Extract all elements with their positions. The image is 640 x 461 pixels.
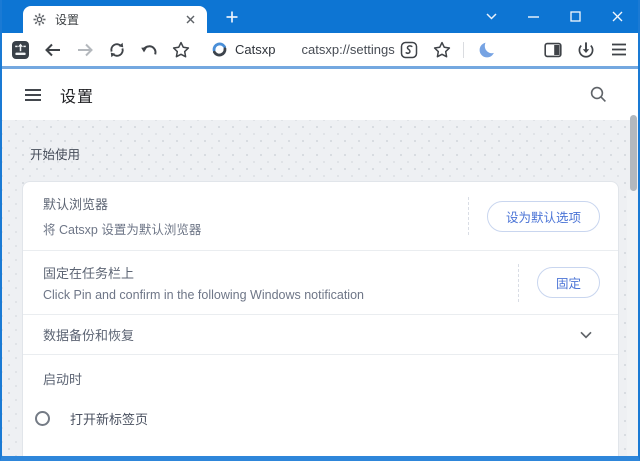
pin-button[interactable]: 固定	[536, 267, 600, 298]
row-separator	[467, 197, 469, 235]
row-title: 默认浏览器	[43, 197, 109, 212]
section-label: 开始使用	[30, 148, 81, 162]
back-icon[interactable]	[43, 40, 62, 59]
row-default-browser: 默认浏览器 将 Catsxp 设置为默认浏览器 设为默认选项	[23, 182, 618, 251]
browser-toolbar: Catsxp catsxp://settings	[2, 33, 638, 66]
page-star-icon[interactable]	[432, 40, 451, 59]
close-window-button[interactable]	[596, 0, 638, 33]
tab-settings[interactable]: 设置	[23, 6, 207, 33]
search-icon[interactable]	[588, 85, 608, 105]
gear-icon	[32, 12, 47, 27]
row-separator	[517, 263, 519, 302]
address-bar[interactable]: Catsxp catsxp://settings	[211, 41, 395, 58]
settings-menu-icon[interactable]	[24, 88, 42, 102]
startup-option-continue[interactable]: 继续浏览上次打开的网页	[23, 441, 618, 456]
radio-label: 继续浏览上次打开的网页	[70, 454, 213, 456]
startup-label: 启动时	[43, 372, 83, 387]
side-panel-icon[interactable]	[543, 40, 562, 59]
forward-icon	[75, 40, 94, 59]
scrollbar-track[interactable]	[627, 190, 638, 456]
row-backup-restore[interactable]: 数据备份和恢复	[23, 315, 618, 355]
minimize-button[interactable]	[512, 0, 554, 33]
bookmark-star-icon[interactable]	[171, 40, 190, 59]
download-icon[interactable]	[576, 40, 595, 59]
radio-label: 打开新标签页	[70, 412, 149, 427]
url-text[interactable]: catsxp://settings	[302, 42, 395, 57]
undo-icon[interactable]	[139, 40, 158, 59]
extension-icon[interactable]	[399, 40, 418, 59]
scrollbar-thumb[interactable]	[630, 115, 637, 191]
brand-label: Catsxp	[235, 42, 276, 57]
row-title: 数据备份和恢复	[43, 328, 135, 343]
settings-header: 设置	[2, 69, 638, 120]
titlebar-chevron-button[interactable]	[470, 0, 512, 33]
startup-option-new-tab[interactable]: 打开新标签页	[23, 396, 618, 441]
boss-key-icon[interactable]	[12, 40, 30, 59]
tab-title: 设置	[55, 13, 80, 27]
dark-mode-icon[interactable]	[478, 40, 497, 59]
row-pin-taskbar: 固定在任务栏上 Click Pin and confirm in the fol…	[23, 251, 618, 315]
browser-window: 设置 Catsxp catsxp://settings 设置 开始使用 默认浏览…	[0, 0, 640, 461]
menu-icon[interactable]	[609, 40, 628, 59]
toolbar-separator	[463, 41, 464, 58]
refresh-icon[interactable]	[107, 40, 126, 59]
expand-icon[interactable]	[580, 331, 592, 339]
row-subtitle: Click Pin and confirm in the following W…	[43, 288, 364, 302]
brand-icon	[211, 41, 228, 58]
settings-card: 默认浏览器 将 Catsxp 设置为默认浏览器 设为默认选项 固定在任务栏上 C…	[22, 181, 619, 456]
toolbar-right	[385, 40, 628, 59]
window-controls	[470, 0, 638, 33]
radio-icon[interactable]	[35, 411, 50, 426]
set-default-button[interactable]: 设为默认选项	[486, 200, 600, 232]
tab-close-icon[interactable]	[182, 12, 198, 28]
row-subtitle: 将 Catsxp 设置为默认浏览器	[43, 223, 202, 237]
page-title: 设置	[60, 88, 95, 106]
settings-content: 开始使用 默认浏览器 将 Catsxp 设置为默认浏览器 设为默认选项 固定在任…	[2, 120, 638, 456]
new-tab-button[interactable]	[219, 4, 245, 30]
maximize-button[interactable]	[554, 0, 596, 33]
titlebar: 设置	[2, 0, 638, 33]
row-title: 固定在任务栏上	[43, 266, 135, 281]
